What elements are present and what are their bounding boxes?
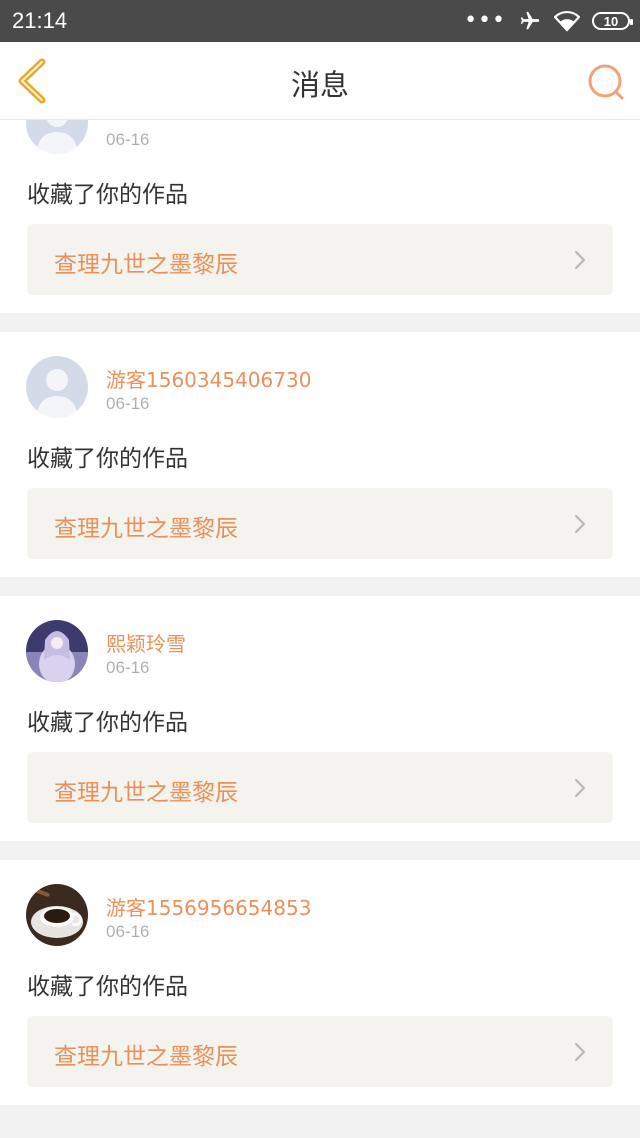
message-date: 06-16 [106, 130, 150, 149]
message-card: 熙颖玲雪 06-16 收藏了你的作品 查理九世之墨黎辰 [0, 596, 640, 841]
airplane-icon [520, 11, 540, 30]
work-link[interactable]: 查理九世之墨黎辰 [27, 1016, 613, 1087]
chevron-right-icon [574, 250, 586, 270]
default-avatar-icon[interactable] [26, 356, 88, 418]
message-action: 收藏了你的作品 [27, 182, 188, 208]
anime-avatar-icon[interactable] [26, 620, 88, 682]
message-action: 收藏了你的作品 [27, 446, 188, 472]
message-username[interactable]: 熙颖玲雪 [106, 628, 186, 657]
message-date: 06-16 [106, 658, 150, 677]
battery-icon: 10 [592, 12, 633, 30]
message-card: 06-16 收藏了你的作品 查理九世之墨黎辰 [0, 120, 640, 313]
message-date: 06-16 [106, 922, 150, 941]
message-action: 收藏了你的作品 [27, 710, 188, 736]
message-card: 游客1560345406730 06-16 收藏了你的作品 查理九世之墨黎辰 [0, 332, 640, 577]
page-title: 消息 [290, 68, 349, 102]
work-title: 查理九世之墨黎辰 [54, 1044, 238, 1070]
chevron-right-icon [574, 514, 586, 534]
message-date: 06-16 [106, 394, 150, 413]
status-bar: 21:14 ••• 10 [0, 0, 640, 42]
message-username[interactable]: 游客1556956654853 [106, 892, 311, 921]
chevron-right-icon [574, 1042, 586, 1062]
work-link[interactable]: 查理九世之墨黎辰 [27, 224, 613, 295]
work-link[interactable]: 查理九世之墨黎辰 [27, 752, 613, 823]
status-icons: ••• 10 [464, 8, 633, 34]
work-title: 查理九世之墨黎辰 [54, 780, 238, 806]
message-action: 收藏了你的作品 [27, 974, 188, 1000]
work-link[interactable]: 查理九世之墨黎辰 [27, 488, 613, 559]
nav-bar: 消息 [0, 42, 640, 120]
work-title: 查理九世之墨黎辰 [54, 516, 238, 542]
message-card: 游客1556956654853 06-16 收藏了你的作品 查理九世之墨黎辰 [0, 860, 640, 1105]
battery-level: 10 [603, 13, 619, 29]
search-icon[interactable] [586, 62, 626, 102]
chevron-right-icon [574, 778, 586, 798]
message-list[interactable]: 06-16 收藏了你的作品 查理九世之墨黎辰 游客1560345406730 0… [0, 120, 640, 1138]
wifi-icon [554, 10, 580, 32]
work-title: 查理九世之墨黎辰 [54, 252, 238, 278]
more-dots-icon: ••• [464, 8, 506, 33]
default-avatar-icon[interactable] [26, 120, 88, 154]
message-username[interactable]: 游客1560345406730 [106, 364, 311, 393]
status-time: 21:14 [12, 8, 68, 33]
coffee-avatar-icon[interactable] [26, 884, 88, 946]
